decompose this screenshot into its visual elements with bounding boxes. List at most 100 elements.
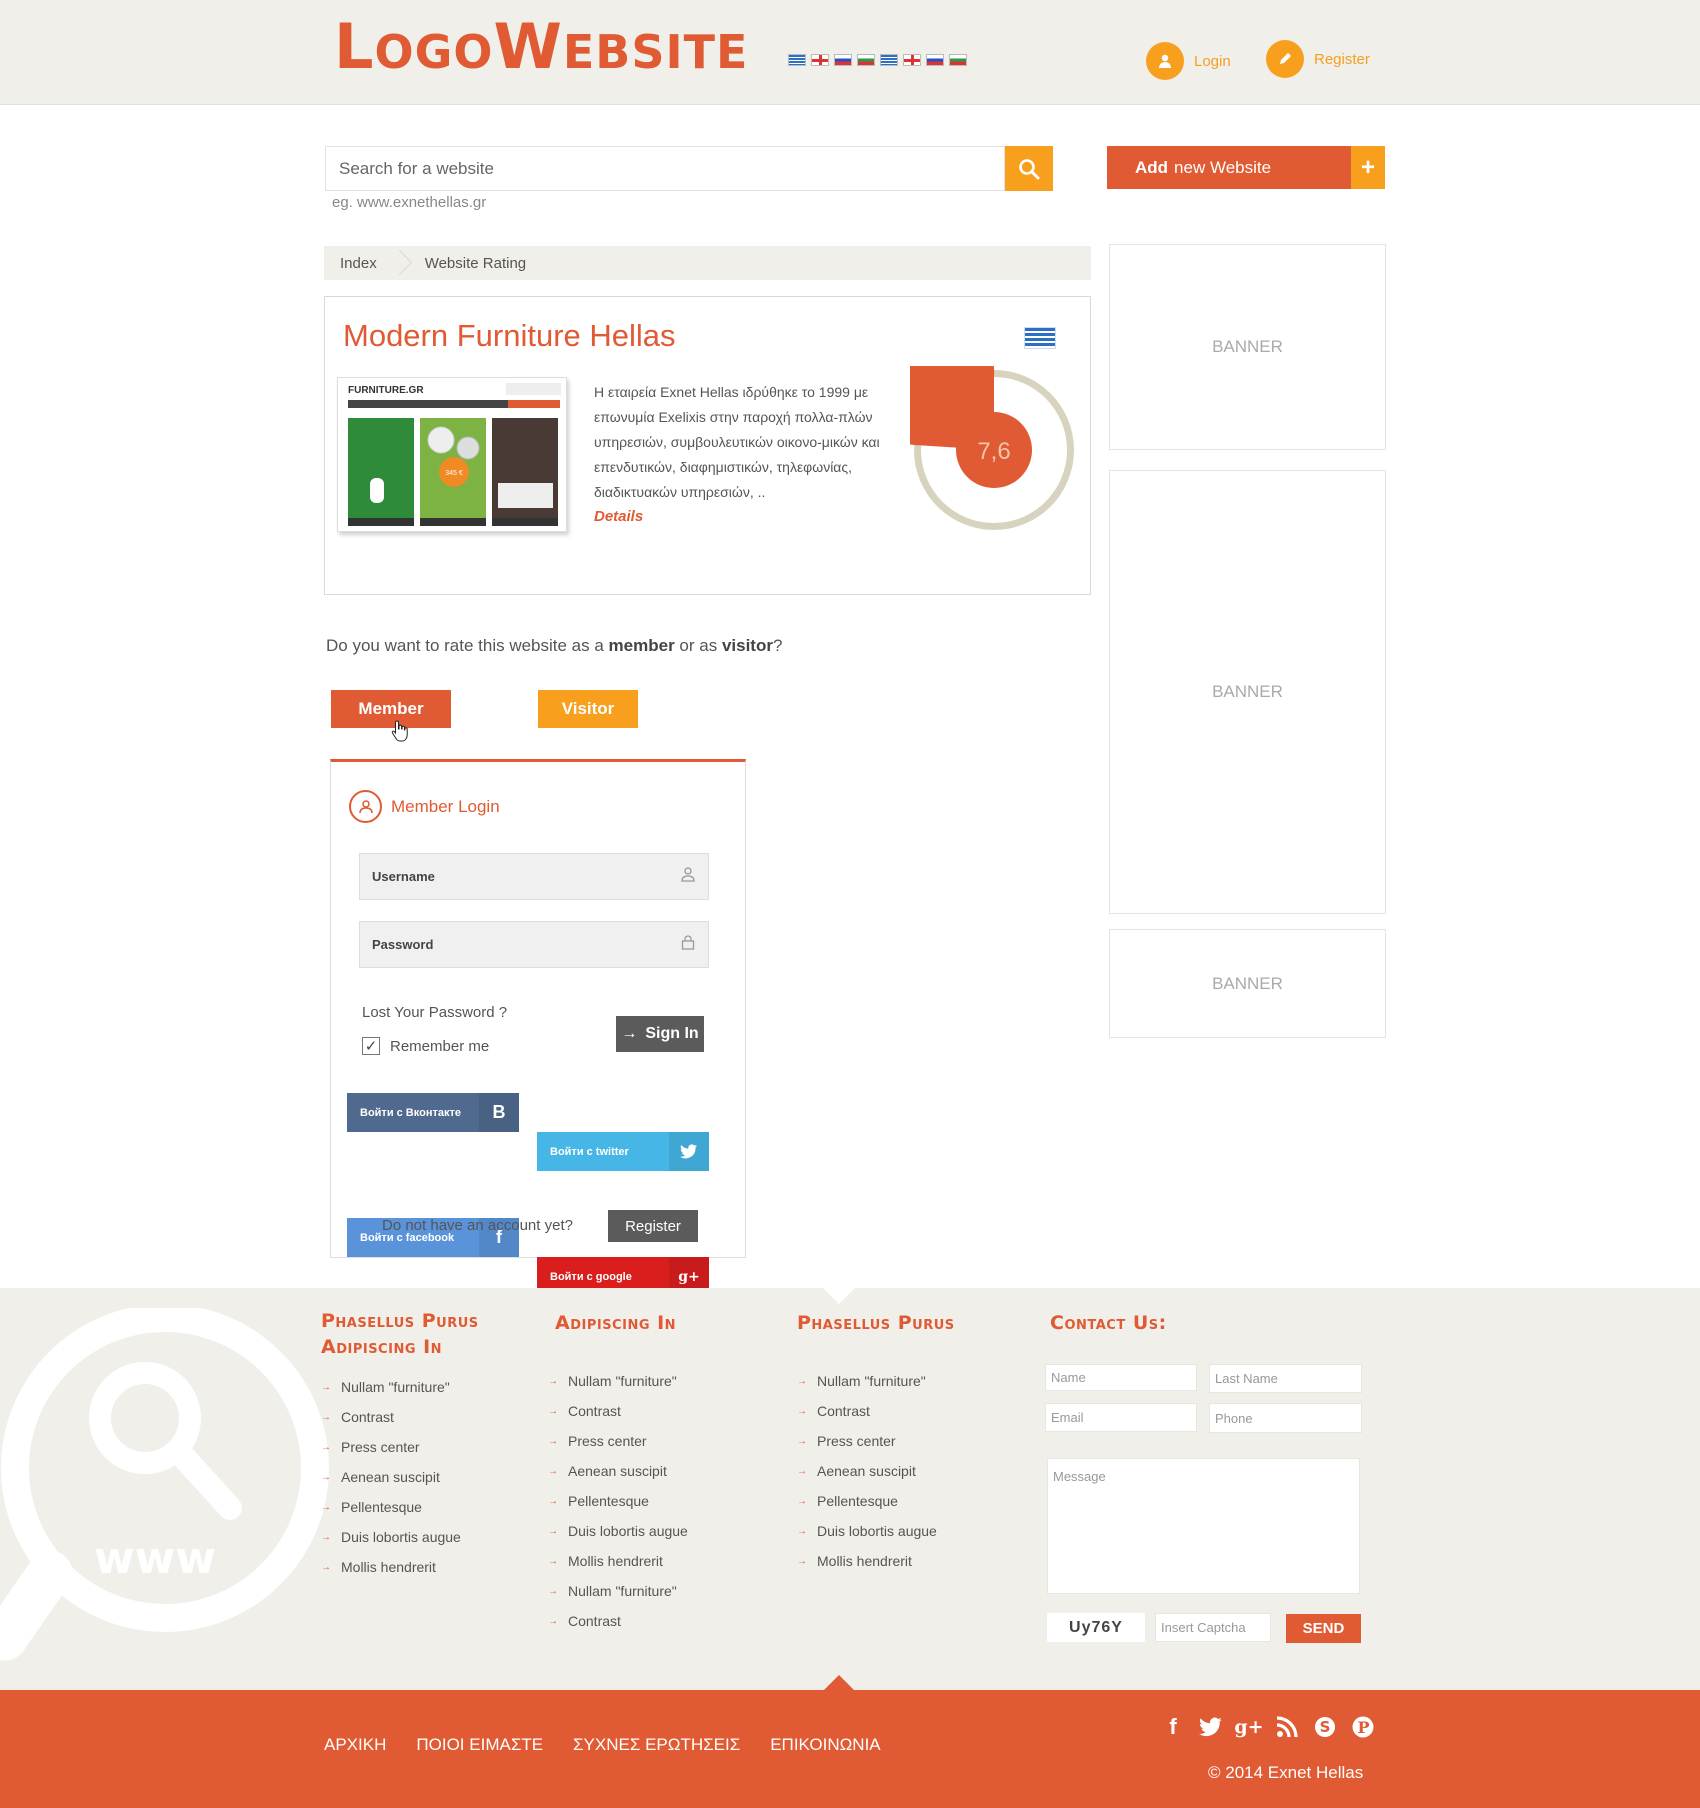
contact-last-name-input[interactable] bbox=[1209, 1364, 1362, 1393]
footer-link[interactable]: Mollis hendrerit bbox=[321, 1552, 461, 1582]
site-screenshot[interactable]: FURNITURE.GR 345 € bbox=[337, 377, 567, 532]
contact-email-input[interactable] bbox=[1045, 1403, 1197, 1432]
flag-russian-icon[interactable] bbox=[926, 54, 944, 66]
vk-icon: B bbox=[479, 1093, 519, 1132]
sign-in-label: Sign In bbox=[645, 1025, 699, 1042]
footer-col2-list: Nullam "furniture" Contrast Press center… bbox=[548, 1366, 688, 1636]
footer-col3-list: Nullam "furniture" Contrast Press center… bbox=[797, 1366, 937, 1576]
banner-bottom[interactable]: BANNER bbox=[1109, 929, 1386, 1038]
captcha-code: Uy76Y bbox=[1047, 1613, 1145, 1642]
footer-link[interactable]: Nullam "furniture" bbox=[548, 1576, 688, 1606]
password-input[interactable] bbox=[372, 937, 680, 952]
footer-link[interactable]: Pellentesque bbox=[321, 1492, 461, 1522]
footer-link[interactable]: Contrast bbox=[548, 1606, 688, 1636]
rate-question-member: member bbox=[608, 636, 675, 655]
search-hint: eg. www.exnethellas.gr bbox=[332, 194, 487, 211]
footer-link[interactable]: Nullam "furniture" bbox=[548, 1366, 688, 1396]
footer-link[interactable]: Pellentesque bbox=[797, 1486, 937, 1516]
contact-name-input[interactable] bbox=[1045, 1364, 1197, 1391]
footer-link[interactable]: Nullam "furniture" bbox=[797, 1366, 937, 1396]
remember-me[interactable]: ✓ Remember me bbox=[362, 1037, 489, 1055]
footer-nav-about[interactable]: ΠΟΙΟΙ ΕΙΜΑΣΤΕ bbox=[416, 1735, 543, 1755]
flag-greek-icon[interactable] bbox=[880, 54, 898, 66]
footer-col1-list: Nullam "furniture" Contrast Press center… bbox=[321, 1372, 461, 1582]
footer-col3-title: Phasellus Purus bbox=[797, 1312, 955, 1334]
google-plus-icon[interactable]: g+ bbox=[1234, 1712, 1263, 1742]
remember-me-checkbox[interactable]: ✓ bbox=[362, 1037, 380, 1055]
footer-notch bbox=[823, 1288, 855, 1304]
footer-link[interactable]: Mollis hendrerit bbox=[797, 1546, 937, 1576]
flag-english-icon[interactable] bbox=[903, 54, 921, 66]
vk-login-button[interactable]: Войти с Вконтакте B bbox=[347, 1093, 519, 1132]
contact-phone-input[interactable] bbox=[1209, 1403, 1362, 1433]
footer-link[interactable]: Duis lobortis augue bbox=[321, 1522, 461, 1552]
banner-middle[interactable]: BANNER bbox=[1109, 470, 1386, 914]
user-icon bbox=[680, 866, 696, 887]
twitter-icon bbox=[669, 1132, 709, 1171]
footer-link[interactable]: Aenean suscipit bbox=[797, 1456, 937, 1486]
rate-question: Do you want to rate this website as a me… bbox=[326, 636, 782, 656]
footer-link[interactable]: Aenean suscipit bbox=[321, 1462, 461, 1492]
facebook-icon[interactable]: f bbox=[1160, 1712, 1186, 1742]
footer-nav-contact[interactable]: ΕΠΙΚΟΙΝΩΝΙΑ bbox=[770, 1735, 880, 1755]
twitter-login-button[interactable]: Войти с twitter bbox=[537, 1132, 709, 1171]
captcha-input[interactable] bbox=[1155, 1613, 1271, 1642]
banner-top[interactable]: BANNER bbox=[1109, 244, 1386, 450]
footer-link[interactable]: Duis lobortis augue bbox=[548, 1516, 688, 1546]
header-register-link[interactable]: Register bbox=[1266, 40, 1370, 78]
footer-col1-title: Phasellus Purus Adipiscing In bbox=[321, 1310, 479, 1358]
contact-title: Contact Us: bbox=[1050, 1312, 1167, 1334]
footer-link[interactable]: Contrast bbox=[548, 1396, 688, 1426]
header-login-link[interactable]: Login bbox=[1146, 42, 1231, 80]
breadcrumb-index[interactable]: Index bbox=[324, 255, 391, 272]
lost-password-link[interactable]: Lost Your Password ? bbox=[362, 1004, 507, 1021]
rating-value: 7,6 bbox=[977, 438, 1010, 465]
footer-link[interactable]: Nullam "furniture" bbox=[321, 1372, 461, 1402]
search-input[interactable] bbox=[326, 147, 1004, 190]
footer-link[interactable]: Contrast bbox=[321, 1402, 461, 1432]
footer-col2-title: Adipiscing In bbox=[555, 1312, 677, 1334]
flag-bulgarian-icon[interactable] bbox=[857, 54, 875, 66]
footer-link[interactable]: Mollis hendrerit bbox=[548, 1546, 688, 1576]
register-button[interactable]: Register bbox=[608, 1210, 698, 1242]
footer-link[interactable]: Press center bbox=[321, 1432, 461, 1462]
site-logo[interactable]: LOGOWEBSITE bbox=[334, 10, 748, 83]
vk-login-label: Войти с Вконтакте bbox=[360, 1106, 461, 1119]
add-website-button[interactable]: Add new Website + bbox=[1107, 146, 1385, 189]
username-input[interactable] bbox=[372, 869, 680, 884]
flag-greek-icon[interactable] bbox=[788, 54, 806, 66]
pinterest-icon[interactable]: P bbox=[1350, 1712, 1376, 1742]
rating-gauge: 7,6 bbox=[848, 299, 1078, 534]
search-button[interactable] bbox=[1005, 146, 1053, 191]
member-login-title: Member Login bbox=[391, 797, 500, 816]
footer-link[interactable]: Pellentesque bbox=[548, 1486, 688, 1516]
footer-nav-home[interactable]: ΑΡΧΙΚΗ bbox=[324, 1735, 386, 1755]
footer-nav-faq[interactable]: ΣΥΧΝΕΣ ΕΡΩΤΗΣΕΙΣ bbox=[573, 1735, 740, 1755]
footer-link[interactable]: Duis lobortis augue bbox=[797, 1516, 937, 1546]
register-label: Register bbox=[1314, 50, 1370, 68]
skype-icon[interactable]: S bbox=[1312, 1712, 1338, 1742]
add-label-bold: Add bbox=[1135, 157, 1169, 177]
footer-link[interactable]: Press center bbox=[797, 1426, 937, 1456]
sign-in-button[interactable]: → Sign In bbox=[616, 1016, 704, 1052]
footer-link[interactable]: Press center bbox=[548, 1426, 688, 1456]
watermark-text: www bbox=[94, 1533, 216, 1584]
visitor-button[interactable]: Visitor bbox=[538, 690, 638, 728]
svg-text:S: S bbox=[1320, 1718, 1331, 1736]
send-button[interactable]: SEND bbox=[1286, 1614, 1361, 1643]
no-account-text: Do not have an account yet? bbox=[382, 1217, 573, 1234]
search-box bbox=[325, 146, 1005, 191]
rss-icon[interactable] bbox=[1274, 1712, 1300, 1742]
footer-link[interactable]: Aenean suscipit bbox=[548, 1456, 688, 1486]
password-field bbox=[359, 921, 709, 968]
contact-message-input[interactable] bbox=[1047, 1458, 1360, 1594]
twitter-icon[interactable] bbox=[1198, 1712, 1224, 1742]
footer-nav: ΑΡΧΙΚΗ ΠΟΙΟΙ ΕΙΜΑΣΤΕ ΣΥΧΝΕΣ ΕΡΩΤΗΣΕΙΣ ΕΠ… bbox=[324, 1735, 911, 1755]
footer-link[interactable]: Contrast bbox=[797, 1396, 937, 1426]
flag-bulgarian-icon[interactable] bbox=[949, 54, 967, 66]
details-link[interactable]: Details bbox=[594, 508, 643, 525]
copyright: © 2014 Exnet Hellas bbox=[1208, 1763, 1364, 1782]
flag-russian-icon[interactable] bbox=[834, 54, 852, 66]
arrow-right-icon: → bbox=[621, 1025, 638, 1042]
flag-english-icon[interactable] bbox=[811, 54, 829, 66]
